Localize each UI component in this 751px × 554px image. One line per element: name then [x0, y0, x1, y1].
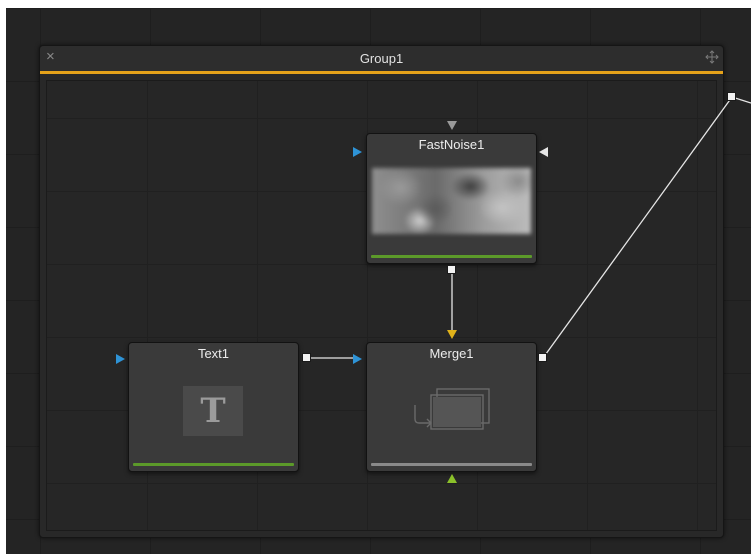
noise-thumbnail	[372, 168, 531, 234]
merge-background-input-port[interactable]	[353, 354, 362, 364]
fastnoise-right-input-port[interactable]	[539, 147, 548, 157]
text-input-port[interactable]	[116, 354, 125, 364]
group-output-port[interactable]	[727, 92, 736, 101]
merge-foreground-input-port[interactable]	[447, 330, 457, 339]
node-fastnoise[interactable]: FastNoise1	[366, 133, 537, 264]
node-merge[interactable]: Merge1	[366, 342, 537, 472]
node-title: Merge1	[429, 346, 474, 361]
fastnoise-top-input-port[interactable]	[447, 121, 457, 130]
merge-output-port[interactable]	[538, 353, 547, 362]
wire-merge-to-output	[542, 96, 733, 359]
merge-mask-input-port[interactable]	[447, 474, 457, 483]
text-output-port[interactable]	[302, 353, 311, 362]
status-bar	[133, 463, 294, 466]
fastnoise-output-port[interactable]	[447, 265, 456, 274]
node-editor-canvas[interactable]: × Group1 FastNoise1 Text1 T Merge1	[6, 8, 751, 554]
connection-wires	[307, 96, 751, 359]
text-tool-icon: T	[183, 386, 243, 436]
fastnoise-left-input-port[interactable]	[353, 147, 362, 157]
merge-icon	[414, 388, 490, 430]
node-title: FastNoise1	[418, 137, 485, 152]
status-bar	[371, 255, 532, 258]
status-bar	[371, 463, 532, 466]
node-title: Text1	[197, 346, 230, 361]
node-text[interactable]: Text1 T	[128, 342, 299, 472]
